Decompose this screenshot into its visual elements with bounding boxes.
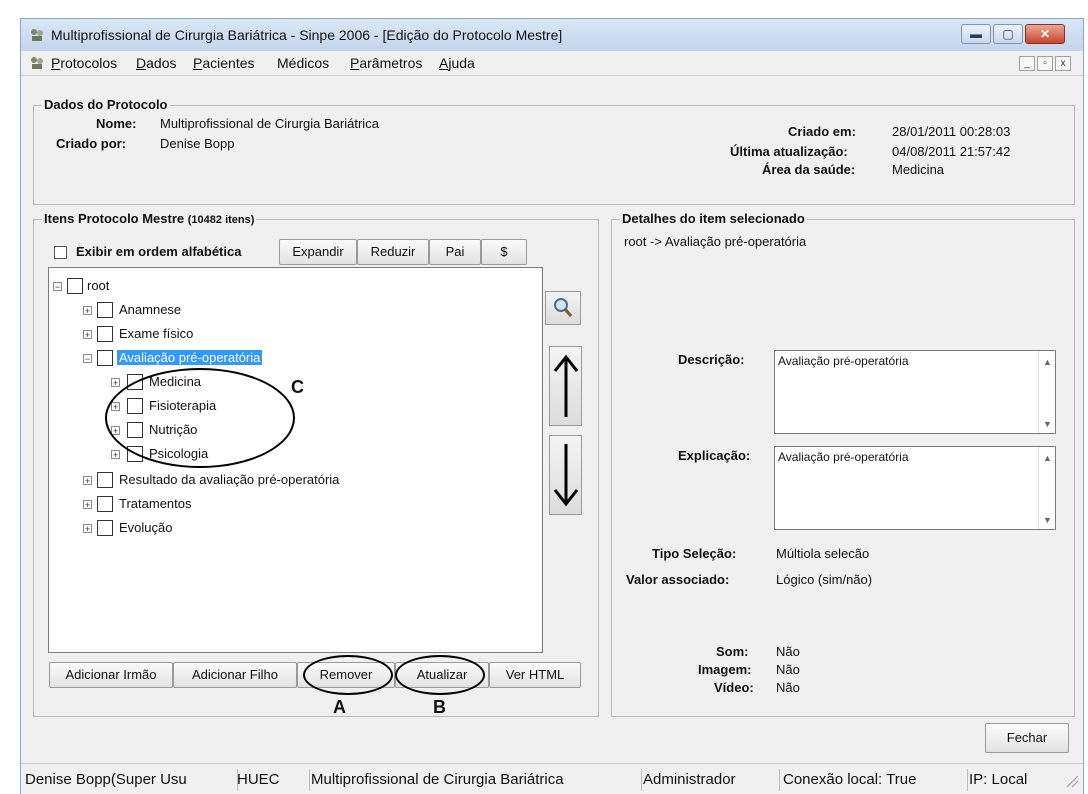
expand-icon[interactable]: + <box>83 330 92 340</box>
status-bar: Denise Bopp(Super Usu HUEC Multiprofissi… <box>21 763 1083 794</box>
mdi-minimize-button[interactable]: _ <box>1019 56 1035 71</box>
description-field[interactable]: Avaliação pré-operatória ▲ ▼ <box>774 350 1056 434</box>
node-checkbox[interactable] <box>97 520 113 536</box>
annotation-c: C <box>291 377 304 397</box>
status-hospital: HUEC <box>237 769 310 791</box>
menu-dados[interactable]: Dados <box>136 55 176 71</box>
expand-button[interactable]: Expandir <box>279 239 357 265</box>
associated-value: Lógico (sim/não) <box>776 572 873 587</box>
expand-icon[interactable]: + <box>111 378 120 388</box>
mdi-restore-button[interactable]: ▫ <box>1037 56 1053 71</box>
search-button[interactable] <box>545 291 581 325</box>
protocol-group-title: Dados do Protocolo <box>42 97 170 112</box>
collapse-icon[interactable]: − <box>53 282 62 292</box>
status-user: Denise Bopp(Super Usu <box>25 769 238 791</box>
parent-button[interactable]: Pai <box>429 239 481 265</box>
node-checkbox[interactable] <box>97 302 113 318</box>
protocol-data-group: Dados do Protocolo Nome: Multiprofission… <box>33 97 1075 205</box>
minimize-button[interactable]: ▬ <box>961 24 991 44</box>
created-by-value: Denise Bopp <box>160 136 235 151</box>
node-checkbox[interactable] <box>97 496 113 512</box>
created-at-label: Criado em: <box>788 124 856 139</box>
expand-icon[interactable]: + <box>83 306 92 316</box>
sound-value: Não <box>776 644 800 659</box>
status-connection: Conexão local: True <box>783 769 968 791</box>
alpha-order-checkbox[interactable] <box>54 246 67 259</box>
expand-icon[interactable]: + <box>83 524 92 534</box>
add-sibling-button[interactable]: Adicionar Irmão <box>49 662 173 688</box>
node-checkbox[interactable] <box>67 278 83 294</box>
associated-value-label: Valor associado: <box>626 572 730 587</box>
close-window-button[interactable]: ✕ <box>1025 24 1065 44</box>
arrow-down-icon <box>553 444 578 507</box>
menu-protocolos[interactable]: Protocolos <box>51 55 117 71</box>
menu-parametros[interactable]: Parâmetros <box>350 55 422 71</box>
view-html-button[interactable]: Ver HTML <box>489 662 581 688</box>
video-label: Vídeo: <box>714 680 754 695</box>
description-scrollbar[interactable]: ▲ ▼ <box>1038 351 1055 433</box>
selection-type-label: Tipo Seleção: <box>652 546 737 561</box>
menu-medicos[interactable]: Médicos <box>277 55 329 71</box>
menu-ajuda[interactable]: Ajuda <box>439 55 475 71</box>
explanation-label: Explicação: <box>678 448 751 463</box>
status-protocol: Multiprofissional de Cirurgia Bariátrica <box>311 769 642 791</box>
video-value: Não <box>776 680 800 695</box>
area-value: Medicina <box>892 162 945 177</box>
explanation-scrollbar[interactable]: ▲ ▼ <box>1038 447 1055 529</box>
selected-path: root -> Avaliação pré-operatória <box>624 234 807 249</box>
status-role: Administrador <box>643 769 780 791</box>
app-icon <box>31 29 43 41</box>
magnifier-icon <box>554 298 573 317</box>
updated-label: Última atualização: <box>730 144 848 159</box>
area-label: Área da saúde: <box>762 162 856 177</box>
resize-grip-icon[interactable] <box>1065 774 1079 788</box>
name-label: Nome: <box>96 116 137 131</box>
move-up-button[interactable] <box>549 346 582 426</box>
status-ip: IP: Local <box>969 771 1028 788</box>
node-checkbox[interactable] <box>97 350 113 366</box>
mdi-app-icon <box>31 57 43 69</box>
move-down-button[interactable] <box>549 435 582 515</box>
expand-icon[interactable]: + <box>111 450 120 460</box>
arrow-up-icon <box>553 354 578 417</box>
menu-pacientes[interactable]: Pacientes <box>193 55 255 71</box>
items-group-title: Itens Protocolo Mestre (10482 itens) <box>42 211 257 226</box>
image-label: Imagem: <box>698 662 752 677</box>
dollar-button[interactable]: $ <box>481 239 527 265</box>
menu-bar: Protocolos Dados Pacientes Médicos Parâm… <box>21 51 1083 76</box>
name-value: Multiprofissional de Cirurgia Bariátrica <box>160 116 379 131</box>
description-label: Descrição: <box>678 352 745 367</box>
alpha-order-label: Exibir em ordem alfabética <box>76 244 242 259</box>
window-title: Multiprofissional de Cirurgia Bariátrica… <box>51 27 563 43</box>
protocol-tree[interactable]: − root + Anamnese + Exame físico − Avali… <box>48 267 543 653</box>
annotation-oval-c <box>105 368 295 468</box>
annotation-a: A <box>333 697 346 717</box>
collapse-icon[interactable]: − <box>83 354 92 364</box>
mdi-close-button[interactable]: x <box>1055 56 1071 71</box>
created-at-value: 28/01/2011 00:28:03 <box>892 124 1011 139</box>
maximize-button[interactable]: ▢ <box>993 24 1023 44</box>
expand-icon[interactable]: + <box>83 500 92 510</box>
selection-type-value: Múltiola selecão <box>776 546 870 561</box>
selected-node-label: Avaliação pré-operatória <box>117 350 263 365</box>
title-bar: Multiprofissional de Cirurgia Bariátrica… <box>21 19 1083 52</box>
explanation-field[interactable]: Avaliação pré-operatória ▲ ▼ <box>774 446 1056 530</box>
reduce-button[interactable]: Reduzir <box>357 239 429 265</box>
details-group: Detalhes do item selecionado root -> Ava… <box>611 211 1075 717</box>
expand-icon[interactable]: + <box>83 476 92 486</box>
node-checkbox[interactable] <box>97 326 113 342</box>
created-by-label: Criado por: <box>56 136 127 151</box>
close-button[interactable]: Fechar <box>985 723 1069 753</box>
annotation-oval-a <box>303 655 393 695</box>
annotation-b: B <box>433 697 446 717</box>
annotation-oval-b <box>395 655 485 695</box>
node-checkbox[interactable] <box>97 472 113 488</box>
details-group-title: Detalhes do item selecionado <box>620 211 807 226</box>
updated-value: 04/08/2011 21:57:42 <box>892 144 1011 159</box>
app-window: Multiprofissional de Cirurgia Bariátrica… <box>20 18 1084 794</box>
add-child-button[interactable]: Adicionar Filho <box>173 662 297 688</box>
sound-label: Som: <box>716 644 749 659</box>
image-value: Não <box>776 662 800 677</box>
